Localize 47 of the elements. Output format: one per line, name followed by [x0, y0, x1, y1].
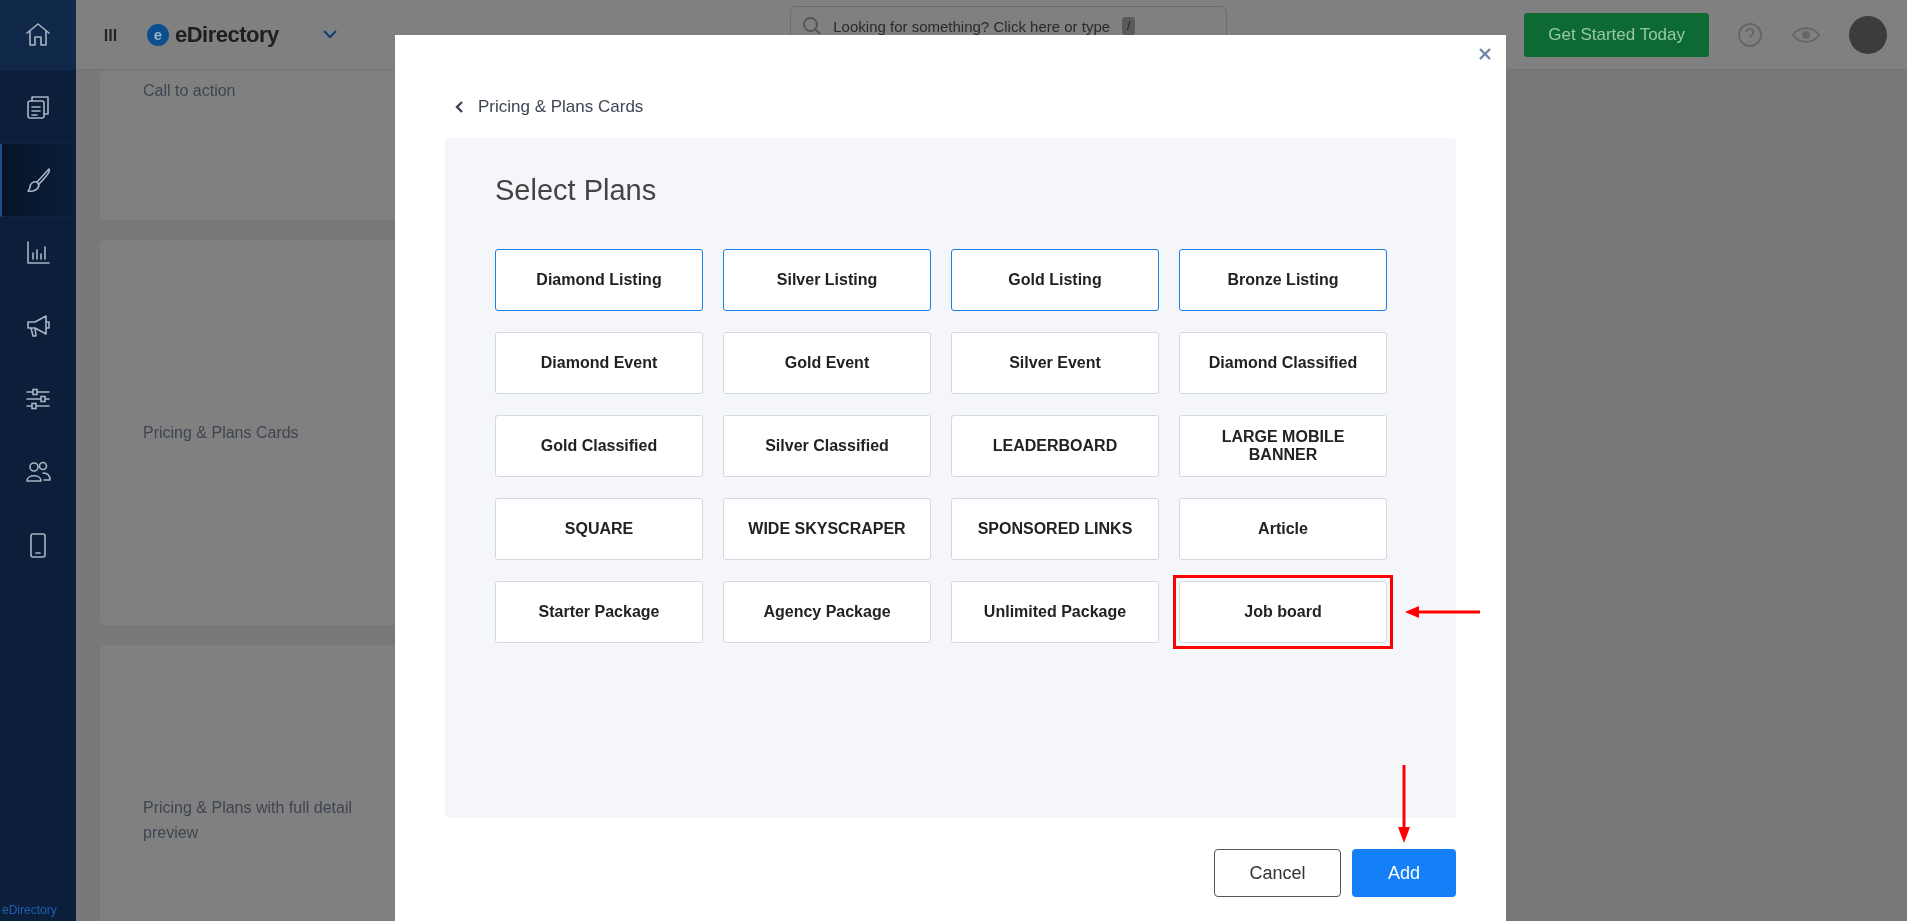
home-icon: [24, 21, 52, 49]
logo-mark: e: [147, 23, 169, 46]
get-started-button[interactable]: Get Started Today: [1524, 12, 1709, 57]
section-heading: Select Plans: [495, 174, 658, 207]
plan-option[interactable]: LARGE MOBILE BANNER: [1179, 415, 1387, 477]
plan-option[interactable]: SQUARE: [495, 498, 703, 560]
documents-icon: [24, 93, 52, 121]
plan-option[interactable]: Unlimited Package: [951, 581, 1159, 643]
plan-option[interactable]: Diamond Listing: [495, 249, 703, 311]
plan-option[interactable]: Job board: [1179, 581, 1387, 643]
plan-option[interactable]: Article: [1179, 498, 1387, 560]
plan-option[interactable]: LEADERBOARD: [951, 415, 1159, 477]
footer-brand: eDirectory: [1, 903, 58, 919]
close-icon[interactable]: [1478, 47, 1492, 61]
arrow-icon: [1405, 606, 1481, 618]
chevron-down-icon[interactable]: [322, 30, 337, 39]
sidebar-item[interactable]: [0, 0, 76, 71]
plan-option[interactable]: Agency Package: [723, 581, 931, 643]
card-title: Pricing & Plans Cards: [143, 423, 299, 443]
arrow-icon: [1398, 765, 1410, 843]
brand-name: eDirectory: [175, 21, 279, 48]
sidebar-item[interactable]: [0, 144, 76, 217]
shortcut-key: /: [1122, 17, 1136, 35]
plan-option[interactable]: WIDE SKYSCRAPER: [723, 498, 931, 560]
plan-option[interactable]: Gold Event: [723, 332, 931, 394]
card-title: Call to action: [143, 81, 236, 101]
plan-option[interactable]: Gold Listing: [951, 249, 1159, 311]
plan-option[interactable]: Silver Listing: [723, 249, 931, 311]
chevron-left-icon[interactable]: [455, 100, 464, 114]
plan-option[interactable]: Silver Event: [951, 332, 1159, 394]
plan-option[interactable]: Diamond Classified: [1179, 332, 1387, 394]
bar-chart-icon: [24, 239, 52, 267]
plan-option[interactable]: Diamond Event: [495, 332, 703, 394]
menu-icon[interactable]: [104, 27, 117, 42]
avatar[interactable]: [1849, 15, 1887, 54]
plan-option[interactable]: Gold Classified: [495, 415, 703, 477]
search-icon: [803, 17, 822, 35]
back-link[interactable]: Pricing & Plans Cards: [478, 97, 644, 117]
megaphone-icon: [24, 312, 52, 340]
add-button[interactable]: Add: [1352, 849, 1456, 897]
card-title: Pricing & Plans with full detail preview: [143, 798, 353, 843]
plan-option[interactable]: Starter Package: [495, 581, 703, 643]
plan-option[interactable]: Silver Classified: [723, 415, 931, 477]
plan-option[interactable]: SPONSORED LINKS: [951, 498, 1159, 560]
plan-option[interactable]: Bronze Listing: [1179, 249, 1387, 311]
brush-icon: [25, 166, 53, 194]
cancel-button[interactable]: Cancel: [1214, 849, 1341, 897]
